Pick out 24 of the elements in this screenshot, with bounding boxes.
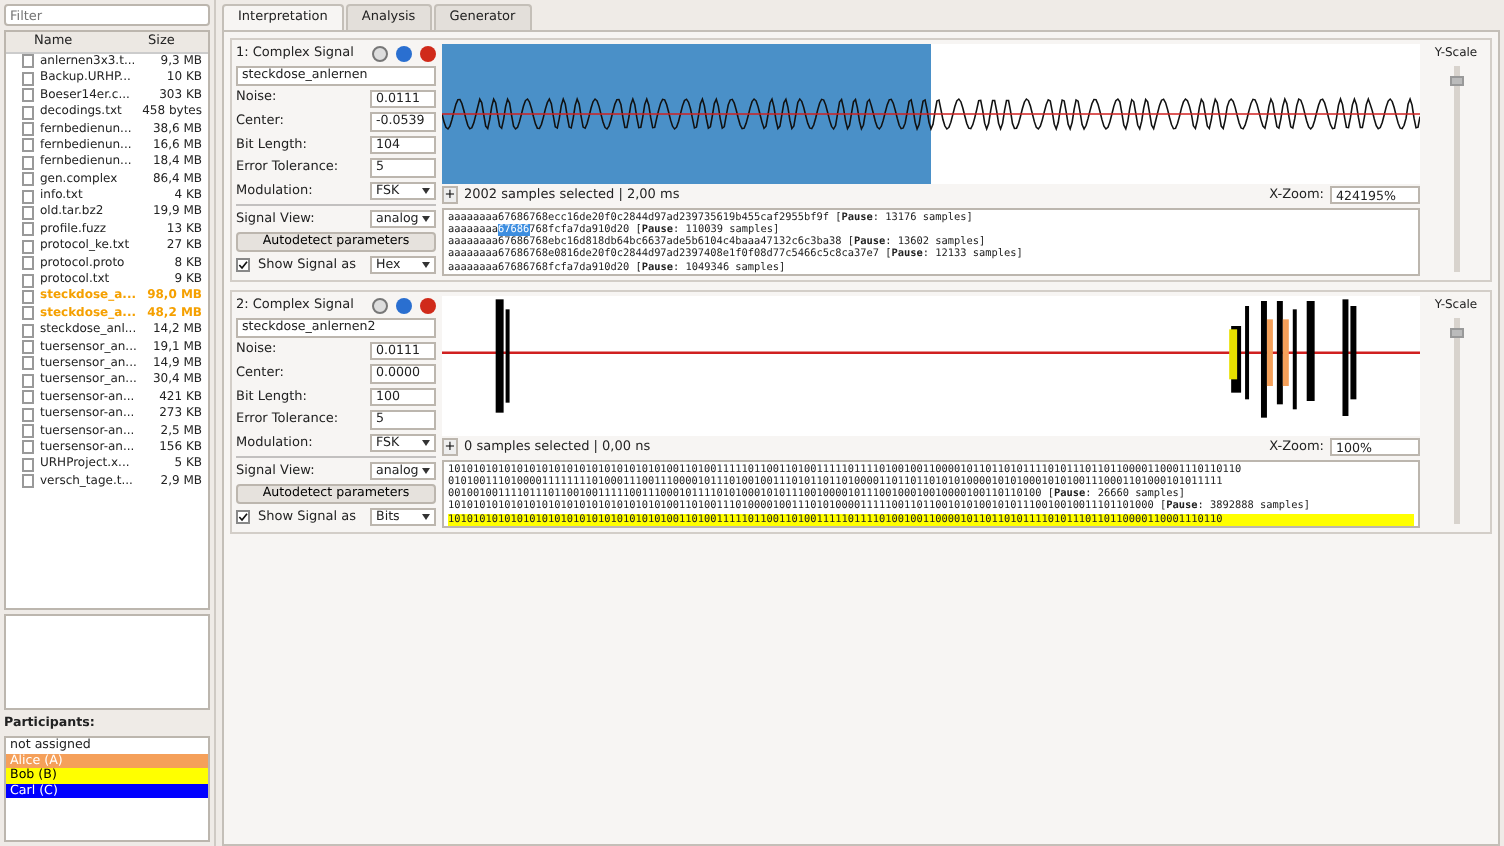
participant-marker — [1229, 328, 1238, 379]
signal-view-background[interactable] — [442, 295, 1420, 436]
caret-icon — [422, 187, 430, 194]
close-icon[interactable] — [420, 297, 436, 314]
signal-burst — [1261, 300, 1267, 418]
participant-marker — [1266, 318, 1273, 386]
checkbox[interactable] — [236, 510, 250, 525]
slider-thumb[interactable] — [1449, 327, 1463, 338]
signal-burst — [1292, 308, 1297, 409]
info-icon[interactable] — [396, 45, 412, 62]
slider-thumb[interactable] — [1449, 75, 1463, 86]
checkbox[interactable] — [236, 258, 250, 273]
participant-marker — [1282, 318, 1289, 386]
signal-burst — [1276, 300, 1283, 404]
caret-icon — [422, 514, 430, 521]
caret-icon — [422, 262, 430, 269]
caret-icon — [422, 468, 430, 475]
caret-icon — [422, 216, 430, 223]
signal-burst — [1245, 305, 1250, 399]
close-icon[interactable] — [420, 45, 436, 62]
caret-icon — [422, 439, 430, 446]
signal-view-background[interactable] — [442, 43, 1420, 184]
info-icon[interactable] — [396, 297, 412, 314]
signal-burst — [1306, 300, 1315, 401]
